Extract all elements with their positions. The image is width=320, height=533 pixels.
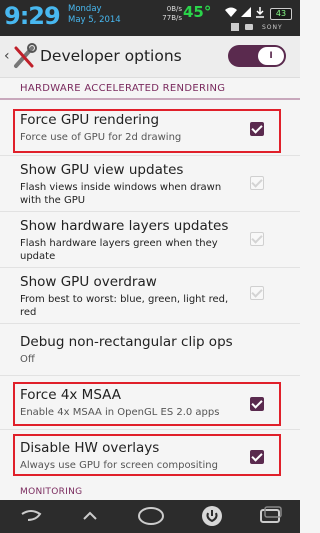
back-chevron-icon[interactable]: ‹ [4,48,10,64]
gpu-view-updates-checkbox[interactable] [250,176,264,190]
action-bar: ‹ Developer options I [0,36,300,78]
disable-hw-overlays-checkbox[interactable] [250,450,264,464]
pref-summary: Always use GPU for screen compositing [20,460,218,471]
up-chevron-icon[interactable] [80,506,100,526]
pref-summary: Flash hardware layers green when they up… [20,238,218,262]
navigation-bar [0,500,300,533]
pref-force-gpu-rendering[interactable]: Force GPU rendering Force use of GPU for… [0,102,300,156]
pref-title: Force GPU rendering [20,112,160,128]
power-app-icon[interactable] [200,504,224,528]
signal-icon [241,7,251,17]
battery-indicator: 43 [270,8,292,20]
message-icon [245,24,253,30]
net-speed: 0B/s 77B/s [162,5,182,23]
net-up: 0B/s [166,5,182,13]
pref-summary: Flash views inside windows when drawn wi… [20,182,222,206]
status-bar: 9:29 Monday May 5, 2014 0B/s 77B/s 45° 4… [0,0,300,36]
home-icon[interactable] [136,505,166,527]
force-msaa-checkbox[interactable] [250,397,264,411]
force-gpu-checkbox[interactable] [250,122,264,136]
pref-force-4x-msaa[interactable]: Force 4x MSAA Enable 4x MSAA in OpenGL E… [0,380,300,430]
page-title: Developer options [40,47,182,65]
status-date-text: May 5, 2014 [68,15,121,25]
status-date: Monday May 5, 2014 [68,4,121,26]
net-down: 77B/s [162,14,182,22]
recent-apps-icon[interactable] [258,506,284,526]
status-clock: 9:29 [4,2,61,30]
developer-options-toggle[interactable]: I [228,45,286,67]
section-header-hardware: HARDWARE ACCELERATED RENDERING [0,78,300,100]
pref-title: Debug non-rectangular clip ops [20,334,233,350]
pref-summary: Enable 4x MSAA in OpenGL ES 2.0 apps [20,407,220,418]
section-header-monitoring: MONITORING [20,487,83,497]
back-icon[interactable] [18,506,44,526]
pref-title: Disable HW overlays [20,440,160,456]
toggle-knob: I [258,47,284,65]
brand-label: SONY [262,24,283,31]
gpu-overdraw-checkbox[interactable] [250,286,264,300]
pref-show-gpu-view-updates[interactable]: Show GPU view updates Flash views inside… [0,156,300,212]
pref-summary: Force use of GPU for 2d drawing [20,132,182,143]
pref-title: Force 4x MSAA [20,387,121,403]
temperature-readout: 45° [183,3,212,21]
developer-tools-icon[interactable] [12,42,38,70]
pref-debug-clip-ops[interactable]: Debug non-rectangular clip ops Off [0,324,300,376]
status-day: Monday [68,4,102,14]
download-icon [256,7,264,18]
pref-summary: From best to worst: blue, green, light r… [20,294,229,318]
pref-disable-hw-overlays[interactable]: Disable HW overlays Always use GPU for s… [0,434,300,480]
hardware-layers-checkbox[interactable] [250,232,264,246]
wifi-icon [225,7,237,17]
notification-icon [231,23,239,31]
pref-title: Show GPU overdraw [20,274,157,290]
pref-title: Show hardware layers updates [20,218,229,234]
pref-summary: Off [20,354,35,365]
pref-title: Show GPU view updates [20,162,184,178]
pref-show-hardware-layers-updates[interactable]: Show hardware layers updates Flash hardw… [0,212,300,268]
pref-show-gpu-overdraw[interactable]: Show GPU overdraw From best to worst: bl… [0,268,300,324]
